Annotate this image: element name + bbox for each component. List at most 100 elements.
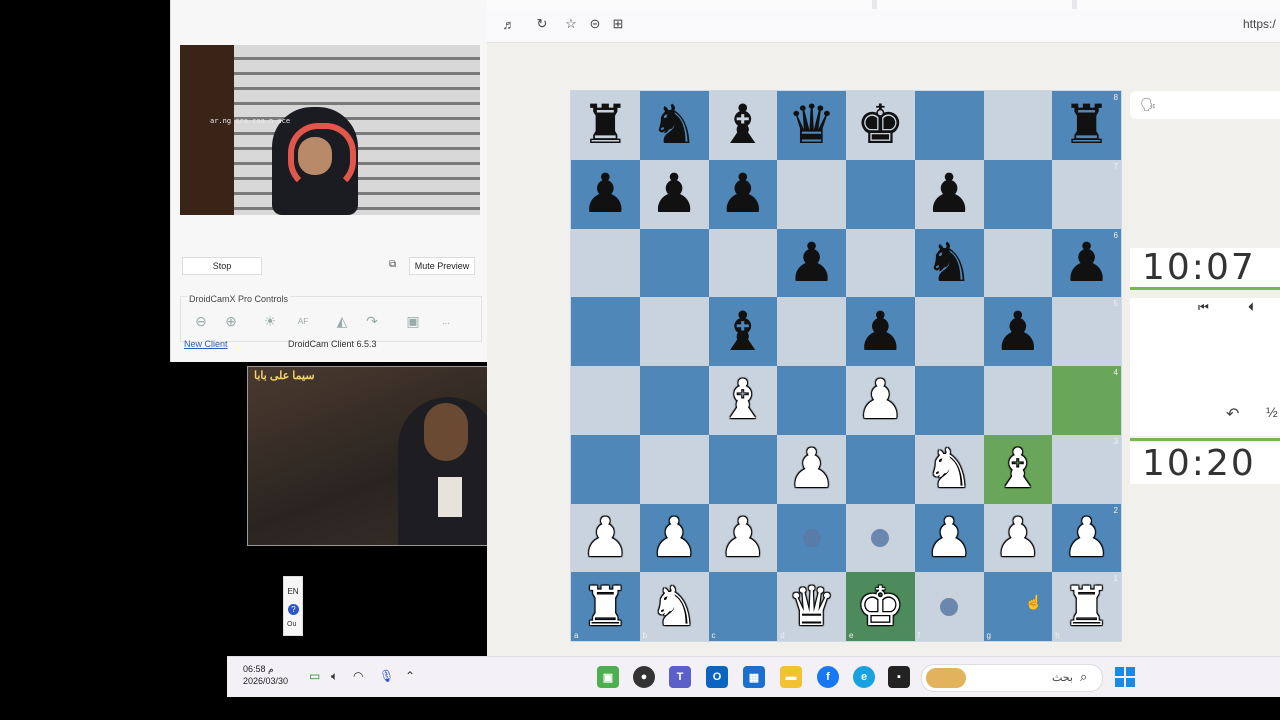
square-b8[interactable]: ♞	[639, 91, 709, 160]
square-d5[interactable]	[777, 297, 846, 366]
battery-icon[interactable]: ▭	[309, 669, 320, 683]
white-rook-icon[interactable]: ♜	[1062, 579, 1110, 634]
square-g8[interactable]	[983, 91, 1053, 160]
teams-icon[interactable]: T	[669, 666, 691, 688]
square-f1[interactable]: f	[914, 572, 984, 641]
address-bar[interactable]: https:/	[1243, 17, 1276, 31]
more-options-button[interactable]: ...	[436, 311, 456, 331]
square-b7[interactable]: ♟	[639, 159, 709, 229]
black-pawn-icon[interactable]: ♟	[1062, 235, 1110, 290]
brightness-icon[interactable]: ☀	[260, 311, 280, 331]
android-app-icon[interactable]: ▣	[597, 666, 619, 688]
square-c4[interactable]: ♝	[708, 366, 778, 435]
black-rook-icon[interactable]: ♜	[581, 98, 629, 152]
prev-move-icon[interactable]: ⏴	[1248, 300, 1254, 315]
store-icon[interactable]: ▦	[743, 666, 765, 688]
white-knight-icon[interactable]: ♞	[925, 442, 973, 496]
rotate-icon[interactable]: ↷	[362, 311, 382, 331]
square-e1[interactable]: ♚ e	[846, 572, 915, 641]
white-rook-icon[interactable]: ♜	[581, 579, 629, 634]
wifi-icon[interactable]: ◠	[353, 669, 363, 683]
zoom-icon[interactable]: ⊝	[587, 16, 603, 32]
taskbar-search[interactable]: بحث ⌕	[921, 664, 1103, 692]
square-f4[interactable]	[914, 366, 984, 435]
square-a2[interactable]: ♟	[571, 503, 640, 573]
language-code[interactable]: EN	[284, 587, 302, 596]
black-pawn-icon[interactable]: ♟	[994, 304, 1042, 359]
square-e6[interactable]	[846, 228, 915, 298]
square-h5[interactable]: 5	[1052, 297, 1121, 366]
chess-board[interactable]: ♜ ♞ ♝ ♛ ♚ ♜ 8 ♟ ♟ ♟ ♟ 7 ♟ ♞ ♟ 6 ♝ ♟ ♟ 5 ♝ ♟ 4 ♟ ♞ ♝ 3 ♟ ♟ ♟ ♟ ♟ ♟ 2 ♜ a ♞ b c ♛…	[570, 90, 1122, 642]
square-g6[interactable]	[983, 228, 1053, 298]
move-hint-dot[interactable]	[871, 528, 890, 547]
move-hint-dot[interactable]	[940, 597, 959, 616]
help-icon[interactable]: ?	[288, 604, 299, 615]
square-e8[interactable]: ♚	[846, 91, 915, 160]
white-pawn-icon[interactable]: ♟	[719, 510, 767, 565]
square-g3[interactable]: ♝	[983, 434, 1053, 504]
microphone-icon[interactable]: 🎙︎	[379, 669, 394, 683]
zoom-in-icon[interactable]: ⊕	[221, 311, 241, 331]
square-d8[interactable]: ♛	[777, 91, 846, 160]
voice-chat-icon[interactable]: 🗣	[1140, 97, 1157, 113]
square-d4[interactable]	[777, 366, 846, 435]
black-rook-icon[interactable]: ♜	[1062, 98, 1110, 152]
square-h7[interactable]: 7	[1052, 159, 1121, 229]
black-bishop-icon[interactable]: ♝	[719, 304, 767, 359]
square-c8[interactable]: ♝	[708, 91, 778, 160]
square-d6[interactable]: ♟	[777, 228, 846, 298]
square-a7[interactable]: ♟	[571, 159, 640, 229]
chat-bar[interactable]: 🗣	[1130, 91, 1280, 119]
screenshot-icon[interactable]: ▣	[403, 311, 423, 331]
square-f2[interactable]: ♟	[914, 503, 984, 573]
taskbar-clock[interactable]: 06:58 م 2026/03/30	[243, 663, 288, 687]
square-a4[interactable]	[571, 366, 640, 435]
extensions-icon[interactable]: ⊞	[610, 16, 626, 32]
popout-icon[interactable]: ⧉	[389, 259, 401, 271]
square-e5[interactable]: ♟	[846, 297, 915, 366]
tab[interactable]	[877, 0, 1072, 9]
square-f7[interactable]: ♟	[914, 159, 984, 229]
square-f5[interactable]	[914, 297, 984, 366]
undo-icon[interactable]: ↶	[1226, 404, 1239, 424]
square-e4[interactable]: ♟	[846, 366, 915, 435]
white-pawn-icon[interactable]: ♟	[581, 510, 629, 565]
terminal-icon[interactable]: ▪	[888, 666, 910, 688]
mirror-icon[interactable]: ◭	[332, 311, 352, 331]
square-f3[interactable]: ♞	[914, 434, 984, 504]
autofocus-button[interactable]: AF	[293, 311, 313, 331]
tab[interactable]	[487, 0, 872, 9]
square-c5[interactable]: ♝	[708, 297, 778, 366]
square-a8[interactable]: ♜	[571, 91, 640, 160]
draw-offer-icon[interactable]: ½	[1266, 404, 1278, 420]
black-knight-icon[interactable]: ♞	[650, 98, 698, 152]
start-button[interactable]	[1115, 667, 1135, 687]
refresh-icon[interactable]: ↻	[534, 16, 550, 32]
mute-preview-button[interactable]: Mute Preview	[409, 257, 475, 275]
square-b2[interactable]: ♟	[639, 503, 709, 573]
tab[interactable]	[1077, 0, 1280, 9]
square-g2[interactable]: ♟	[983, 503, 1053, 573]
square-b3[interactable]	[639, 434, 709, 504]
black-queen-icon[interactable]: ♛	[787, 98, 835, 152]
square-a1[interactable]: ♜ a	[571, 572, 640, 641]
black-bishop-icon[interactable]: ♝	[719, 98, 767, 152]
square-h6[interactable]: ♟ 6	[1052, 228, 1121, 298]
square-d3[interactable]: ♟	[777, 434, 846, 504]
media-control-icon[interactable]: ♬	[501, 16, 517, 32]
square-d7[interactable]	[777, 159, 846, 229]
facebook-icon[interactable]: f	[817, 666, 839, 688]
square-b6[interactable]	[639, 228, 709, 298]
white-pawn-icon[interactable]: ♟	[925, 510, 973, 565]
black-pawn-icon[interactable]: ♟	[650, 167, 698, 221]
white-bishop-icon[interactable]: ♝	[719, 373, 767, 427]
black-knight-icon[interactable]: ♞	[925, 235, 973, 290]
square-c1[interactable]: c	[708, 572, 778, 641]
square-h8[interactable]: ♜ 8	[1052, 91, 1121, 160]
show-hidden-icons-icon[interactable]: ⌃	[405, 669, 415, 683]
square-h2[interactable]: ♟ 2	[1052, 503, 1121, 573]
file-explorer-icon[interactable]: ▬	[780, 666, 802, 688]
square-c2[interactable]: ♟	[708, 503, 778, 573]
square-e3[interactable]	[846, 434, 915, 504]
outlook-icon[interactable]: O	[706, 666, 728, 688]
